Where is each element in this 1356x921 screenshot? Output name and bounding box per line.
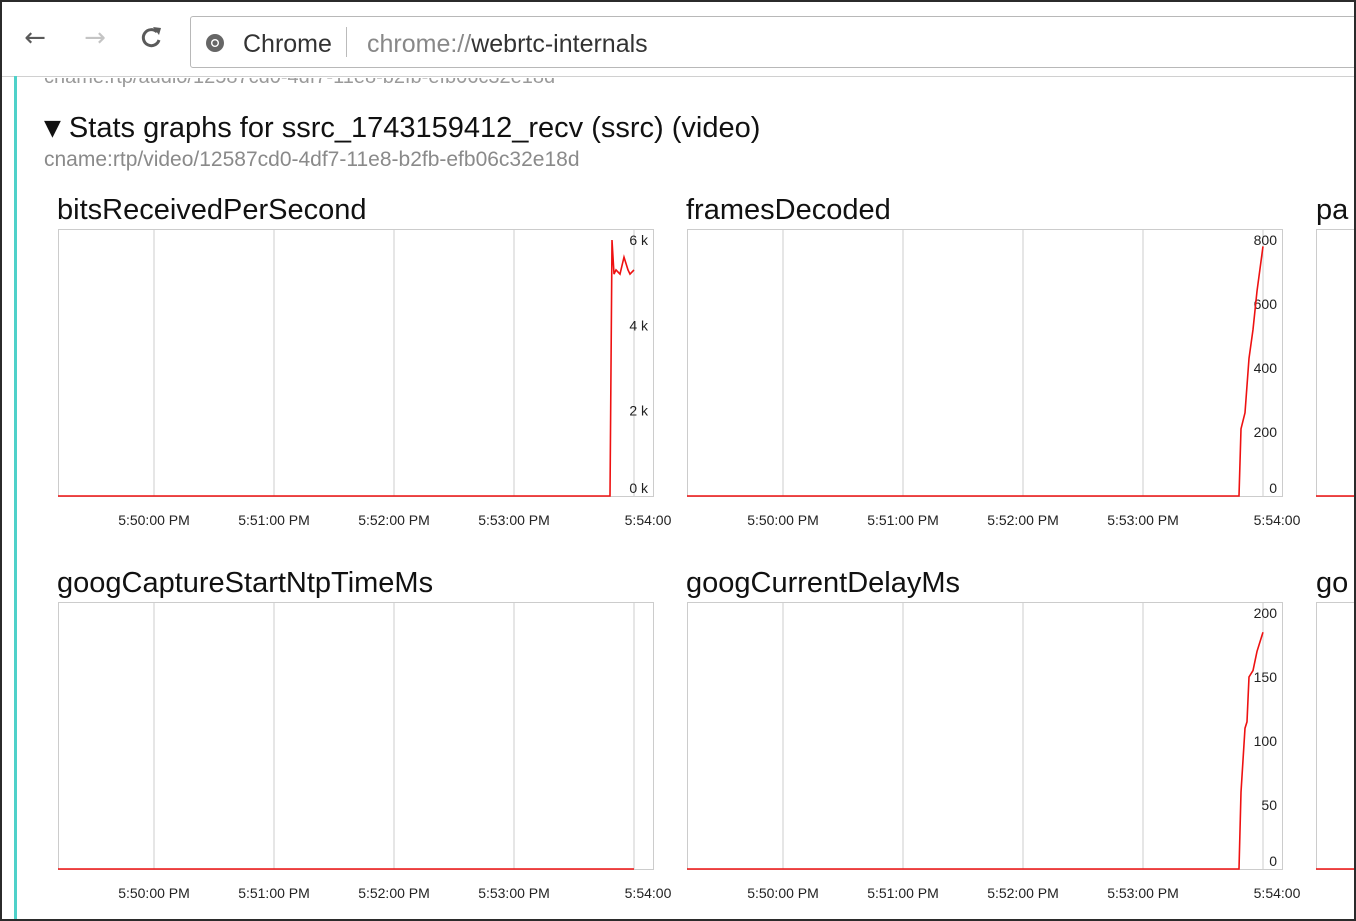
y-tick-label: 2 k — [629, 403, 649, 419]
url-divider — [346, 27, 347, 57]
x-tick-label: 5:54:00 — [1254, 885, 1301, 901]
address-bar[interactable]: Chrome chrome://webrtc-internals — [190, 16, 1356, 68]
y-tick-label: 6 k — [629, 232, 649, 248]
x-tick-label: 5:52:00 PM — [987, 512, 1059, 528]
y-tick-label: 0 — [1269, 853, 1277, 869]
x-tick-label: 5:51:00 PM — [867, 885, 939, 901]
y-tick-label: 0 — [1269, 480, 1277, 496]
plot-area — [58, 602, 654, 870]
graph-plot: 5:50:00 PM 5:51:00 PM 5:52:00 PM 5:53:00 PM… — [58, 229, 672, 529]
graph-title-clipped: go — [1316, 567, 1349, 599]
forward-arrow-icon[interactable]: → — [80, 22, 110, 54]
x-tick-label: 5:54:00 — [625, 512, 672, 528]
reload-icon[interactable] — [136, 22, 166, 54]
y-tick-label: 200 — [1254, 424, 1278, 440]
plot-area — [58, 229, 654, 497]
y-tick-label: 100 — [1254, 733, 1278, 749]
x-tick-label: 5:51:00 PM — [238, 885, 310, 901]
y-tick-label: 200 — [1254, 605, 1278, 621]
y-tick-label: 150 — [1254, 669, 1278, 685]
x-tick-label: 5:53:00 PM — [1107, 885, 1179, 901]
plot-area-clipped — [1316, 602, 1356, 870]
graph-title: googCaptureStartNtpTimeMs — [57, 567, 434, 599]
x-tick-label: 5:52:00 PM — [987, 885, 1059, 901]
graph-title: framesDecoded — [686, 194, 891, 226]
graph-title: googCurrentDelayMs — [686, 567, 961, 599]
url-host: webrtc-internals — [471, 30, 648, 58]
x-tick-label: 5:50:00 PM — [118, 512, 190, 528]
x-tick-label: 5:53:00 PM — [1107, 512, 1179, 528]
plot-area — [687, 602, 1283, 870]
graph-plot-clipped — [1316, 602, 1356, 872]
section-title-text: Stats graphs for ssrc_1743159412_recv (s… — [68, 112, 761, 144]
x-tick-label: 5:50:00 PM — [747, 885, 819, 901]
y-tick-label: 400 — [1254, 360, 1278, 376]
graph-plot: 5:50:00 PM 5:51:00 PM 5:52:00 PM 5:53:00 PM… — [687, 229, 1301, 529]
back-arrow-icon[interactable]: ← — [20, 22, 50, 54]
url-scheme: chrome:// — [367, 30, 472, 58]
y-tick-label: 0 k — [629, 480, 649, 496]
x-tick-label: 5:51:00 PM — [238, 512, 310, 528]
site-chip: Chrome — [243, 30, 332, 58]
graph-plot: 5:50:00 PM 5:51:00 PM 5:52:00 PM 5:53:00 PM… — [687, 602, 1301, 902]
plot-area-clipped — [1316, 229, 1356, 497]
url-text[interactable]: chrome://webrtc-internals — [367, 30, 648, 59]
browser-toolbar: ← → Chrome chrome://webrtc-internals — [2, 2, 1356, 77]
graph-title-clipped: pa — [1316, 194, 1349, 226]
x-tick-label: 5:53:00 PM — [478, 512, 550, 528]
graph-plot-clipped — [1316, 229, 1356, 499]
x-tick-label: 5:52:00 PM — [358, 885, 430, 901]
collapse-triangle-icon[interactable]: ▼ — [44, 116, 61, 141]
x-tick-label: 5:54:00 — [625, 885, 672, 901]
x-tick-label: 5:50:00 PM — [118, 885, 190, 901]
x-tick-label: 5:53:00 PM — [478, 885, 550, 901]
x-tick-label: 5:54:00 — [1254, 512, 1301, 528]
stats-section-title[interactable]: ▼ Stats graphs for ssrc_1743159412_recv (… — [44, 112, 760, 145]
x-tick-label: 5:51:00 PM — [867, 512, 939, 528]
y-tick-label: 800 — [1254, 232, 1278, 248]
x-tick-label: 5:52:00 PM — [358, 512, 430, 528]
x-tick-label: 5:50:00 PM — [747, 512, 819, 528]
graph-plot: 5:50:00 PM 5:51:00 PM 5:52:00 PM 5:53:00 PM… — [58, 602, 672, 902]
y-tick-label: 50 — [1261, 797, 1277, 813]
plot-area — [687, 229, 1283, 497]
video-cname: cname:rtp/video/12587cd0-4df7-11e8-b2fb-… — [44, 148, 580, 171]
y-tick-label: 4 k — [629, 317, 649, 333]
chrome-logo-icon — [206, 34, 224, 52]
graph-title: bitsReceivedPerSecond — [57, 194, 367, 226]
y-tick-label: 600 — [1254, 296, 1278, 312]
page-accent-border — [14, 76, 17, 921]
